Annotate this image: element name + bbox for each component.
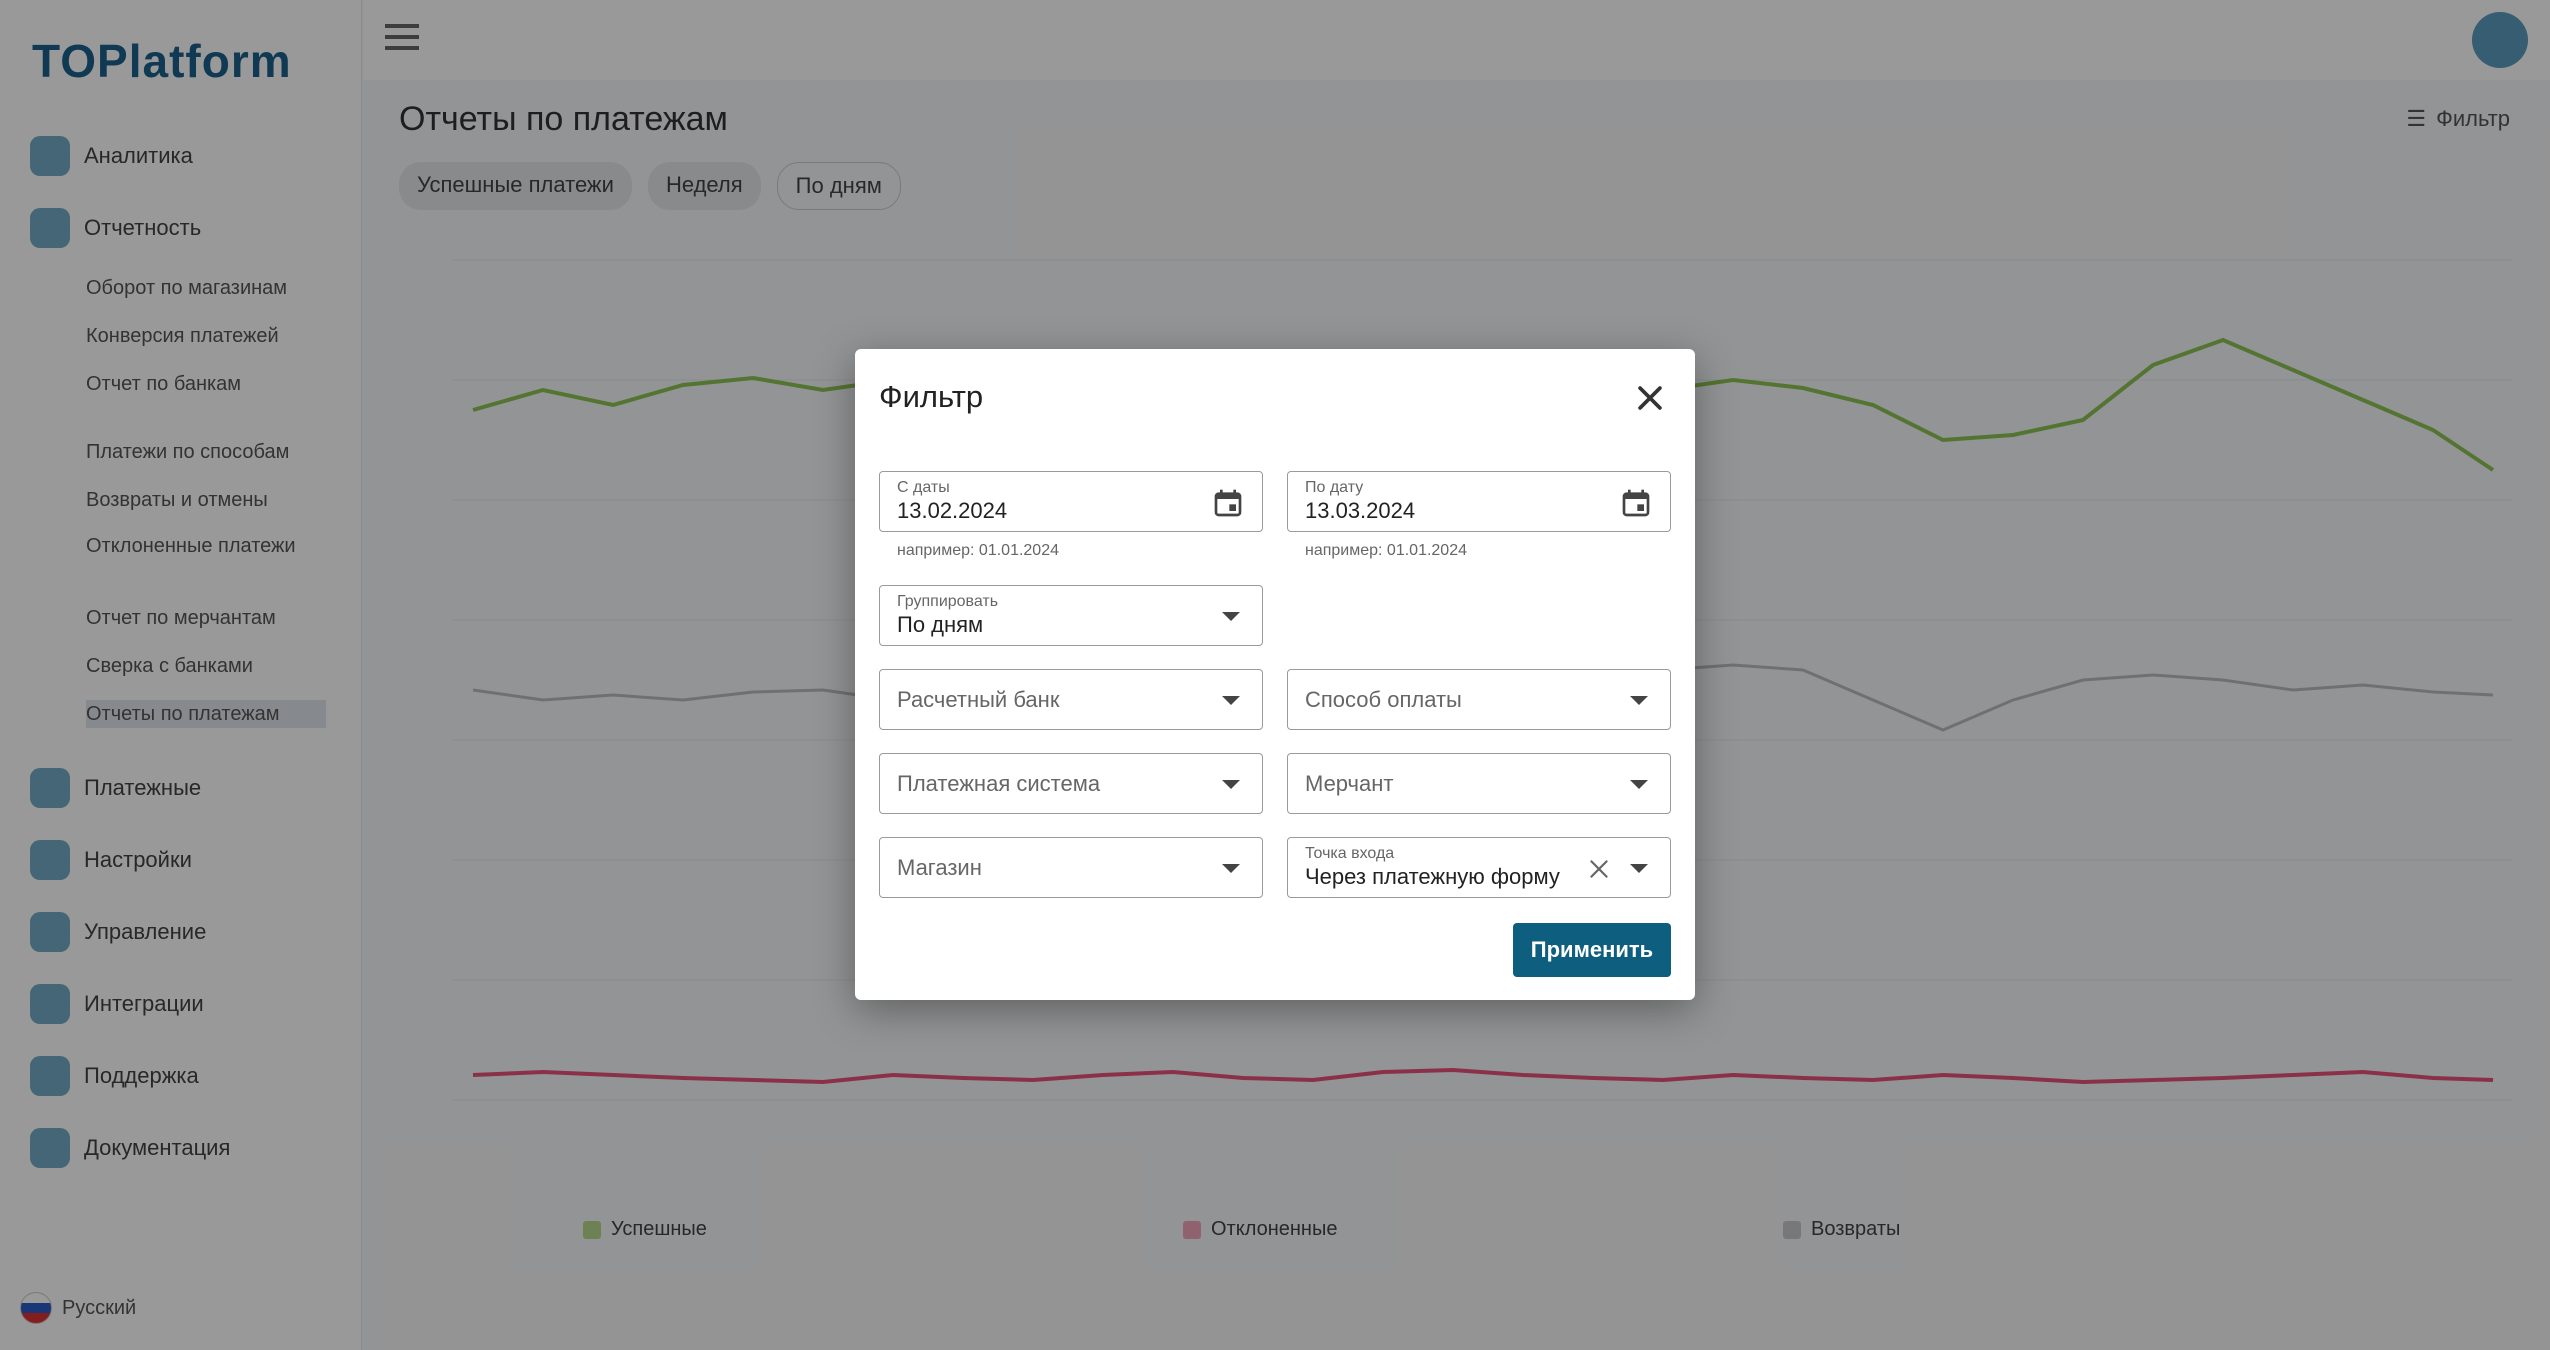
date-from-value: 13.02.2024 [897, 498, 1008, 523]
group-by-value: По дням [897, 612, 984, 637]
calendar-icon[interactable] [1212, 486, 1244, 520]
date-to-value: 13.03.2024 [1305, 498, 1416, 523]
filter-dialog: Фильтр С даты 13.02.2024 например: 01.01… [855, 349, 1695, 1000]
entry-point-value: Через платежную форму [1305, 864, 1560, 889]
date-from-hint: например: 01.01.2024 [897, 542, 1059, 559]
date-to-hint: например: 01.01.2024 [1305, 542, 1467, 559]
group-by-select[interactable]: Группировать По дням [879, 585, 1263, 646]
settlement-bank-select[interactable]: Расчетный банк [879, 669, 1263, 730]
merchant-placeholder: Мерчант [1305, 771, 1394, 796]
calendar-icon[interactable] [1620, 486, 1652, 520]
chevron-down-icon [1222, 864, 1240, 873]
store-select[interactable]: Магазин [879, 837, 1263, 898]
store-placeholder: Магазин [897, 855, 982, 880]
date-to-label: По дату [1305, 479, 1364, 496]
chevron-down-icon [1630, 864, 1648, 873]
entry-point-label: Точка входа [1305, 845, 1395, 862]
payment-system-select[interactable]: Платежная система [879, 753, 1263, 814]
chevron-down-icon [1630, 696, 1648, 705]
chevron-down-icon [1222, 780, 1240, 789]
chevron-down-icon [1630, 780, 1648, 789]
chevron-down-icon [1222, 612, 1240, 621]
merchant-select[interactable]: Мерчант [1287, 753, 1671, 814]
group-by-label: Группировать [897, 593, 999, 610]
date-from-field[interactable]: С даты 13.02.2024 [879, 471, 1263, 532]
dialog-title: Фильтр [879, 379, 984, 414]
payment-system-placeholder: Платежная система [897, 771, 1101, 796]
date-to-field[interactable]: По дату 13.03.2024 [1287, 471, 1671, 532]
payment-method-placeholder: Способ оплаты [1305, 687, 1462, 712]
apply-button[interactable]: Применить [1513, 923, 1671, 977]
close-icon[interactable] [1633, 381, 1667, 415]
chevron-down-icon [1222, 696, 1240, 705]
entry-point-select[interactable]: Точка входа Через платежную форму [1287, 837, 1671, 898]
payment-method-select[interactable]: Способ оплаты [1287, 669, 1671, 730]
settlement-bank-placeholder: Расчетный банк [897, 687, 1060, 712]
date-from-label: С даты [897, 479, 950, 496]
clear-icon[interactable] [1586, 856, 1612, 882]
